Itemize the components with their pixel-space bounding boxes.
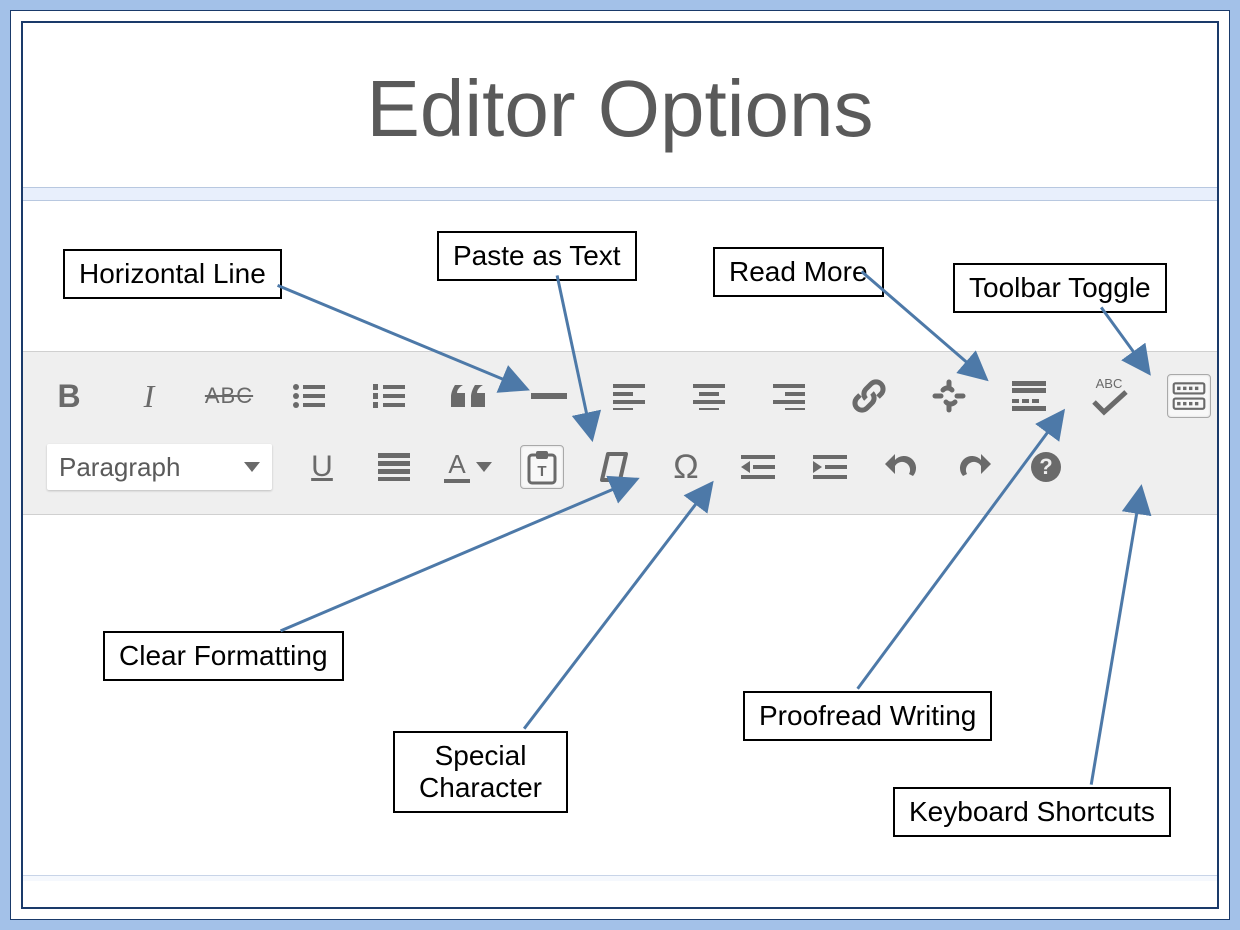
proofread-icon: ABC [1088, 376, 1130, 416]
strikethrough-icon: ABC [205, 383, 253, 409]
link-icon [852, 379, 886, 413]
callout-read-more: Read More [713, 247, 884, 297]
toolbar-row-2: Paragraph U A T [47, 438, 1193, 496]
indent-button[interactable] [808, 445, 852, 489]
align-left-button[interactable] [607, 374, 651, 418]
help-icon: ? [1031, 452, 1061, 482]
toolbar-row-1: B I ABC [47, 368, 1193, 424]
unlink-icon [931, 378, 967, 414]
paragraph-format-select[interactable]: Paragraph [47, 444, 272, 490]
justify-icon [378, 453, 410, 481]
underline-button[interactable]: U [300, 445, 344, 489]
bottom-bar [23, 875, 1217, 881]
editor-toolbar: B I ABC [23, 351, 1217, 515]
align-center-button[interactable] [687, 374, 731, 418]
bold-button[interactable]: B [47, 374, 91, 418]
callout-paste-as-text: Paste as Text [437, 231, 637, 281]
read-more-icon [1012, 381, 1046, 411]
proofread-button[interactable]: ABC [1087, 374, 1131, 418]
svg-text:ABC: ABC [1096, 376, 1123, 391]
undo-button[interactable] [880, 445, 924, 489]
horizontal-line-icon [531, 390, 567, 402]
callout-toolbar-toggle: Toolbar Toggle [953, 263, 1167, 313]
outdent-button[interactable] [736, 445, 780, 489]
bullet-list-button[interactable] [287, 374, 331, 418]
divider-bar [23, 187, 1217, 201]
toolbar-toggle-button[interactable] [1167, 374, 1211, 418]
clear-formatting-button[interactable] [592, 445, 636, 489]
paste-as-text-button[interactable]: T [520, 445, 564, 489]
text-color-button[interactable]: A [444, 445, 492, 489]
numbered-list-icon [372, 382, 406, 410]
blockquote-button[interactable] [447, 374, 491, 418]
align-right-button[interactable] [767, 374, 811, 418]
callout-horizontal-line: Horizontal Line [63, 249, 282, 299]
link-button[interactable] [847, 374, 891, 418]
indent-icon [813, 453, 847, 481]
italic-button[interactable]: I [127, 374, 171, 418]
redo-button[interactable] [952, 445, 996, 489]
strikethrough-button[interactable]: ABC [207, 374, 251, 418]
outer-frame: Editor Options B I ABC [10, 10, 1230, 920]
text-color-icon: A [448, 451, 465, 477]
toolbar-toggle-icon [1172, 379, 1206, 413]
dropdown-icon [244, 462, 260, 472]
bullet-list-icon [292, 382, 326, 410]
inner-frame: Editor Options B I ABC [21, 21, 1219, 909]
callout-special-character: SpecialCharacter [393, 731, 568, 813]
undo-icon [885, 452, 919, 482]
align-center-icon [693, 382, 725, 410]
align-left-icon [613, 382, 645, 410]
keyboard-shortcuts-button[interactable]: ? [1024, 445, 1068, 489]
callout-proofread-writing: Proofread Writing [743, 691, 992, 741]
callout-keyboard-shortcuts: Keyboard Shortcuts [893, 787, 1171, 837]
horizontal-line-button[interactable] [527, 374, 571, 418]
special-character-button[interactable]: Ω [664, 445, 708, 489]
outdent-icon [741, 453, 775, 481]
numbered-list-button[interactable] [367, 374, 411, 418]
italic-icon: I [144, 378, 155, 415]
svg-text:T: T [537, 463, 546, 480]
diagram-area: B I ABC [23, 201, 1217, 881]
paragraph-select-label: Paragraph [59, 452, 180, 483]
read-more-button[interactable] [1007, 374, 1051, 418]
bold-icon: B [57, 378, 80, 415]
omega-icon: Ω [673, 448, 698, 487]
blockquote-icon [451, 381, 487, 411]
paste-as-text-icon: T [525, 449, 559, 485]
redo-icon [957, 452, 991, 482]
align-right-icon [773, 382, 805, 410]
unlink-button[interactable] [927, 374, 971, 418]
page-title: Editor Options [23, 23, 1217, 187]
underline-icon: U [311, 450, 333, 484]
dropdown-icon [476, 462, 492, 472]
justify-button[interactable] [372, 445, 416, 489]
callout-clear-formatting: Clear Formatting [103, 631, 344, 681]
eraser-icon [598, 450, 630, 484]
